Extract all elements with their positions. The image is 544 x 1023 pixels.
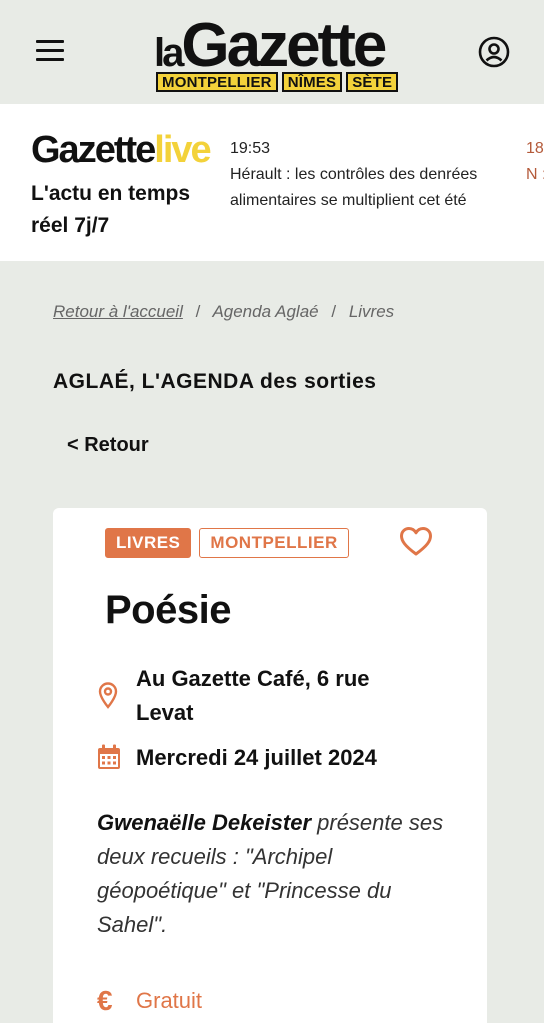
calendar-icon: [97, 744, 123, 774]
logo-gazette: Gazette: [181, 11, 387, 80]
location-pin-icon: [97, 681, 123, 711]
price-text: Gratuit: [136, 988, 203, 1013]
live-news-item[interactable]: 18 N : l kı: [526, 136, 544, 188]
back-button[interactable]: < Retour: [67, 434, 149, 457]
breadcrumb-agenda[interactable]: Agenda Aglaé: [212, 302, 318, 321]
gazette-live-logo[interactable]: Gazettelive: [31, 128, 212, 172]
category-badge[interactable]: LIVRES: [105, 528, 192, 558]
site-header: laGazette MONTPELLIER NÎMES SÈTE: [0, 0, 544, 104]
date-text: Mercredi 24 juillet 2024: [136, 745, 377, 770]
breadcrumb-separator: /: [195, 302, 201, 321]
live-news-item[interactable]: 19:53 Hérault : les contrôles des denrée…: [230, 136, 480, 214]
city-sete: SÈTE: [346, 72, 399, 92]
heart-icon[interactable]: [399, 526, 433, 558]
news-time: 19:53: [230, 140, 271, 157]
event-tags: LIVRES MONTPELLIER: [105, 528, 349, 558]
site-logo[interactable]: laGazette MONTPELLIER NÎMES SÈTE: [154, 10, 399, 94]
live-logo-gazette: Gazette: [31, 129, 156, 171]
breadcrumb: Retour à l'accueil / Agenda Aglaé / Livr…: [53, 302, 394, 322]
news-time: 18: [526, 140, 544, 157]
logo-wordmark: laGazette: [154, 10, 387, 81]
account-icon[interactable]: [478, 36, 510, 68]
logo-la: la: [154, 31, 184, 75]
live-news-band: Gazettelive L'actu en temps réel 7j/7 19…: [0, 104, 544, 261]
city-montpellier: MONTPELLIER: [156, 72, 278, 92]
event-title: Poésie: [105, 588, 231, 632]
news-headline: N : l kı: [526, 166, 544, 183]
breadcrumb-current: Livres: [348, 302, 395, 321]
location-text: Au Gazette Café, 6 rue Levat: [136, 666, 370, 725]
event-author: Gwenaëlle Dekeister: [97, 810, 312, 835]
city-nimes: NÎMES: [281, 72, 343, 92]
event-date: Mercredi 24 juillet 2024: [97, 741, 457, 775]
event-card: LIVRES MONTPELLIER Poésie Au Gazette Caf…: [53, 508, 487, 1023]
event-location: Au Gazette Café, 6 rue Levat: [97, 662, 417, 730]
menu-icon[interactable]: [36, 40, 64, 62]
breadcrumb-home-link[interactable]: Retour à l'accueil: [53, 302, 183, 321]
event-description: Gwenaëlle Dekeister présente ses deux re…: [97, 806, 447, 942]
event-price: € Gratuit: [97, 984, 202, 1018]
breadcrumb-separator: /: [331, 302, 337, 321]
live-logo-live: live: [154, 129, 211, 171]
live-tagline: L'actu en temps réel 7j/7: [31, 182, 191, 237]
logo-cities: MONTPELLIER NÎMES SÈTE: [156, 72, 399, 92]
news-headline: Hérault : les contrôles des denrées alim…: [230, 166, 478, 209]
section-title: AGLAÉ, L'AGENDA des sorties: [53, 370, 377, 393]
city-badge[interactable]: MONTPELLIER: [199, 528, 349, 558]
euro-icon: €: [97, 985, 113, 1016]
